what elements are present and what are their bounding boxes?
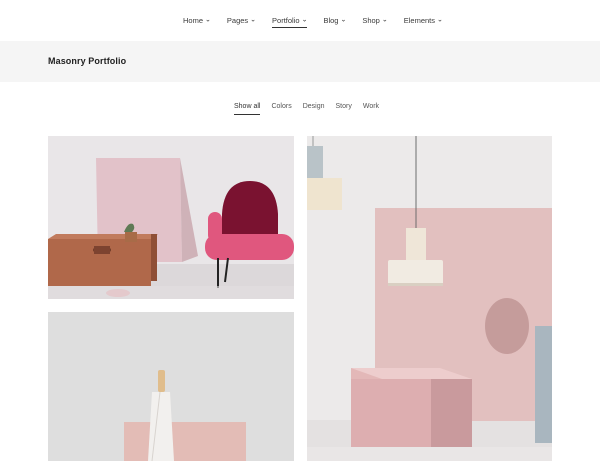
- filter-show-all[interactable]: Show all: [234, 103, 261, 115]
- chevron-down-icon: ⌄: [301, 16, 308, 23]
- filter-design[interactable]: Design: [303, 103, 325, 113]
- portfolio-item-chair[interactable]: [48, 136, 294, 299]
- portfolio-item-apron[interactable]: [48, 312, 294, 461]
- filter-work[interactable]: Work: [363, 103, 379, 113]
- page-title: Masonry Portfolio: [48, 56, 127, 66]
- chevron-down-icon: ⌄: [340, 16, 347, 23]
- filter-colors[interactable]: Colors: [271, 103, 291, 113]
- nav-item-home[interactable]: Home ⌄: [183, 14, 211, 26]
- nav-item-pages[interactable]: Pages ⌄: [227, 14, 256, 26]
- chevron-down-icon: ⌄: [250, 16, 257, 23]
- nav-item-label: Portfolio: [272, 15, 300, 25]
- page-title-band: Masonry Portfolio: [0, 41, 600, 82]
- chevron-down-icon: ⌄: [381, 16, 388, 23]
- chevron-down-icon: ⌄: [205, 16, 211, 23]
- nav-item-shop[interactable]: Shop ⌄: [362, 14, 387, 26]
- nav-item-label: Pages: [226, 15, 249, 25]
- nav-item-elements[interactable]: Elements ⌄: [404, 14, 443, 26]
- portfolio-image-lamps: [307, 136, 552, 461]
- portfolio-image-chair: [48, 136, 294, 299]
- nav-item-label: Blog: [323, 15, 339, 25]
- portfolio-image-apron: [48, 312, 294, 461]
- nav-menu: Home ⌄ Pages ⌄ Portfolio ⌄ Blog ⌄ Shop ⌄ Elem…: [183, 14, 459, 28]
- main-navigation: Home ⌄ Pages ⌄ Portfolio ⌄ Blog ⌄ Shop ⌄ Elem…: [0, 0, 600, 41]
- portfolio-item-lamps[interactable]: [307, 136, 552, 461]
- nav-item-blog[interactable]: Blog ⌄: [323, 14, 346, 26]
- nav-item-label: Shop: [362, 15, 380, 25]
- filter-story[interactable]: Story: [336, 103, 352, 113]
- portfolio-filters: Show all Colors Design Story Work: [234, 103, 390, 115]
- nav-item-portfolio[interactable]: Portfolio ⌄: [272, 14, 308, 28]
- nav-item-label: Elements: [403, 15, 435, 25]
- nav-item-label: Home: [183, 15, 204, 25]
- chevron-down-icon: ⌄: [437, 16, 443, 23]
